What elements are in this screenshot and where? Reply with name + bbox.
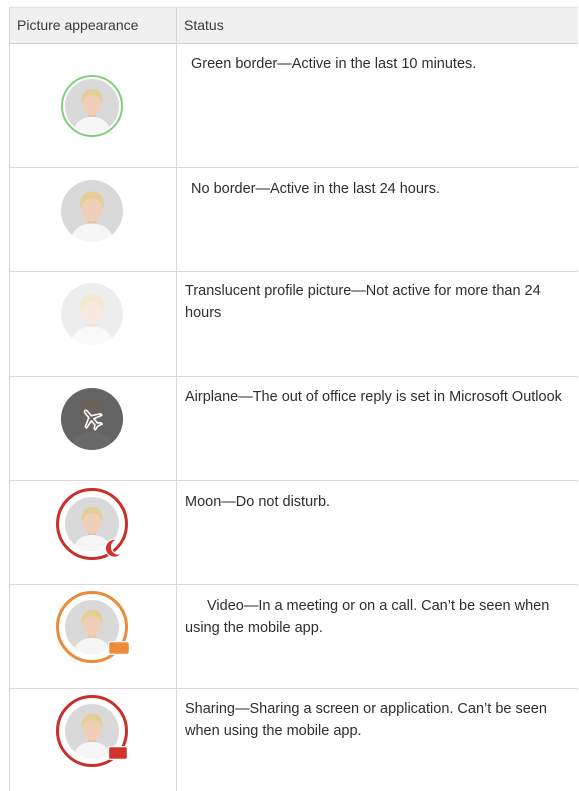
status-text: Sharing—Sharing a screen or application.… (185, 701, 547, 739)
avatar (61, 283, 123, 345)
header-picture-appearance: Picture appearance (10, 8, 177, 43)
avatar (65, 79, 119, 133)
status-text: Green border—Active in the last 10 minut… (191, 56, 477, 72)
picture-cell (10, 585, 177, 688)
picture-cell (10, 272, 177, 376)
status-text: Video—In a meeting or on a call. Can’t b… (185, 598, 550, 636)
picture-cell (10, 689, 177, 791)
video-camera-icon (108, 641, 130, 655)
status-table: Picture appearance Status Green border—A… (9, 7, 578, 791)
picture-cell (10, 168, 177, 271)
table-row: Moon—Do not disturb. (10, 481, 578, 585)
table-row: Translucent profile picture—Not active f… (10, 272, 578, 377)
avatar (61, 180, 123, 242)
header-status: Status (184, 17, 224, 33)
picture-cell (10, 481, 177, 584)
table-row: Sharing—Sharing a screen or application.… (10, 689, 578, 791)
table-row: No border—Active in the last 24 hours. (10, 168, 578, 272)
status-legend-page: Picture appearance Status Green border—A… (0, 0, 579, 791)
table-row: Video—In a meeting or on a call. Can’t b… (10, 585, 578, 689)
picture-cell (10, 377, 177, 480)
status-text: Translucent profile picture—Not active f… (185, 283, 541, 321)
table-header: Picture appearance Status (10, 7, 578, 44)
airplane-icon (83, 409, 103, 431)
screen-share-icon (108, 746, 128, 760)
picture-cell (10, 44, 177, 167)
status-text: Moon—Do not disturb. (185, 494, 331, 510)
table-row: Airplane—The out of office reply is set … (10, 377, 578, 481)
status-text: Airplane—The out of office reply is set … (185, 389, 562, 405)
status-text: No border—Active in the last 24 hours. (191, 181, 441, 197)
table-row: Green border—Active in the last 10 minut… (10, 44, 578, 168)
moon-icon (104, 538, 123, 558)
